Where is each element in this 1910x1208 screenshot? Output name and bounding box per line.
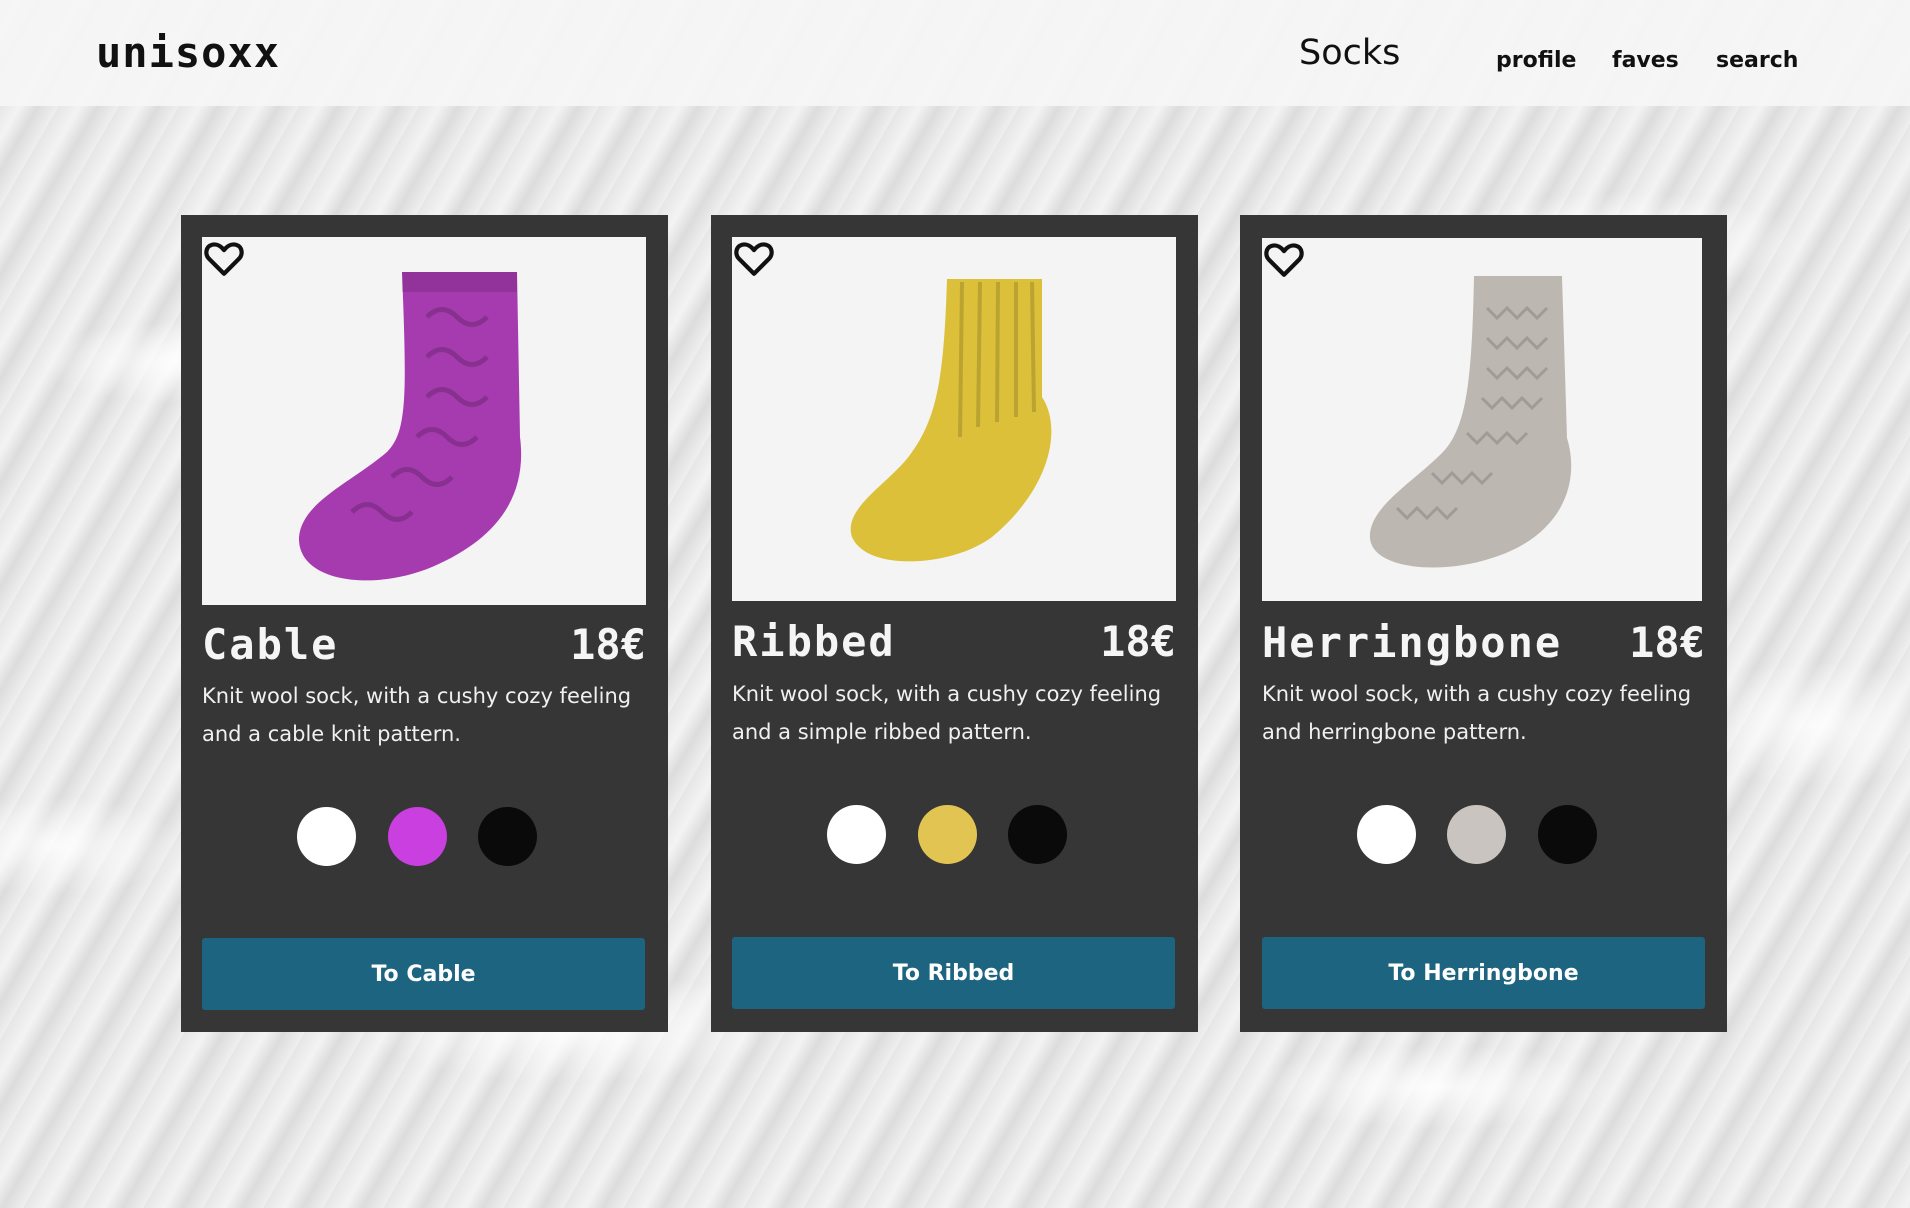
nav-link-profile[interactable]: profile xyxy=(1496,48,1576,73)
nav-link-faves[interactable]: faves xyxy=(1612,48,1679,73)
product-price: 18€ xyxy=(1100,617,1176,666)
product-price: 18€ xyxy=(1629,618,1705,667)
favorite-heart-icon[interactable] xyxy=(1262,238,1306,280)
product-card-cable: Cable 18€ Knit wool sock, with a cushy c… xyxy=(181,215,668,1032)
to-ribbed-button[interactable]: To Ribbed xyxy=(732,937,1175,1009)
swatch-black[interactable] xyxy=(1538,805,1597,864)
product-image[interactable] xyxy=(1262,238,1702,601)
product-description: Knit wool sock, with a cushy cozy feelin… xyxy=(732,682,1162,744)
top-header: unisoxx Socks profile faves search xyxy=(0,0,1910,106)
sock-illustration xyxy=(298,272,522,581)
page-title: Socks xyxy=(1299,33,1401,73)
sock-illustration xyxy=(1369,276,1572,568)
nav-link-search[interactable]: search xyxy=(1716,48,1798,73)
product-description: Knit wool sock, with a cushy cozy feelin… xyxy=(202,684,632,746)
product-price: 18€ xyxy=(570,620,646,669)
swatch-grey[interactable] xyxy=(1447,805,1506,864)
color-swatches xyxy=(181,807,668,867)
product-image[interactable] xyxy=(732,237,1176,601)
product-name: Ribbed xyxy=(732,617,896,666)
color-swatches xyxy=(1240,805,1727,865)
product-description: Knit wool sock, with a cushy cozy feelin… xyxy=(1262,682,1692,744)
swatch-white[interactable] xyxy=(1357,805,1416,864)
sock-illustration xyxy=(850,279,1052,562)
to-cable-button[interactable]: To Cable xyxy=(202,938,645,1010)
product-image[interactable] xyxy=(202,237,646,605)
swatch-black[interactable] xyxy=(478,807,537,866)
swatch-black[interactable] xyxy=(1008,805,1067,864)
to-herringbone-button[interactable]: To Herringbone xyxy=(1262,937,1705,1009)
swatch-white[interactable] xyxy=(827,805,886,864)
swatch-yellow[interactable] xyxy=(918,805,977,864)
product-name: Herringbone xyxy=(1262,618,1563,667)
swatch-white[interactable] xyxy=(297,807,356,866)
product-name: Cable xyxy=(202,620,339,669)
product-card-ribbed: Ribbed 18€ Knit wool sock, with a cushy … xyxy=(711,215,1198,1032)
favorite-heart-icon[interactable] xyxy=(732,237,776,279)
favorite-heart-icon[interactable] xyxy=(202,237,246,279)
product-card-herringbone: Herringbone 18€ Knit wool sock, with a c… xyxy=(1240,215,1727,1032)
swatch-purple[interactable] xyxy=(388,807,447,866)
site-logo[interactable]: unisoxx xyxy=(96,28,280,77)
color-swatches xyxy=(711,805,1198,865)
